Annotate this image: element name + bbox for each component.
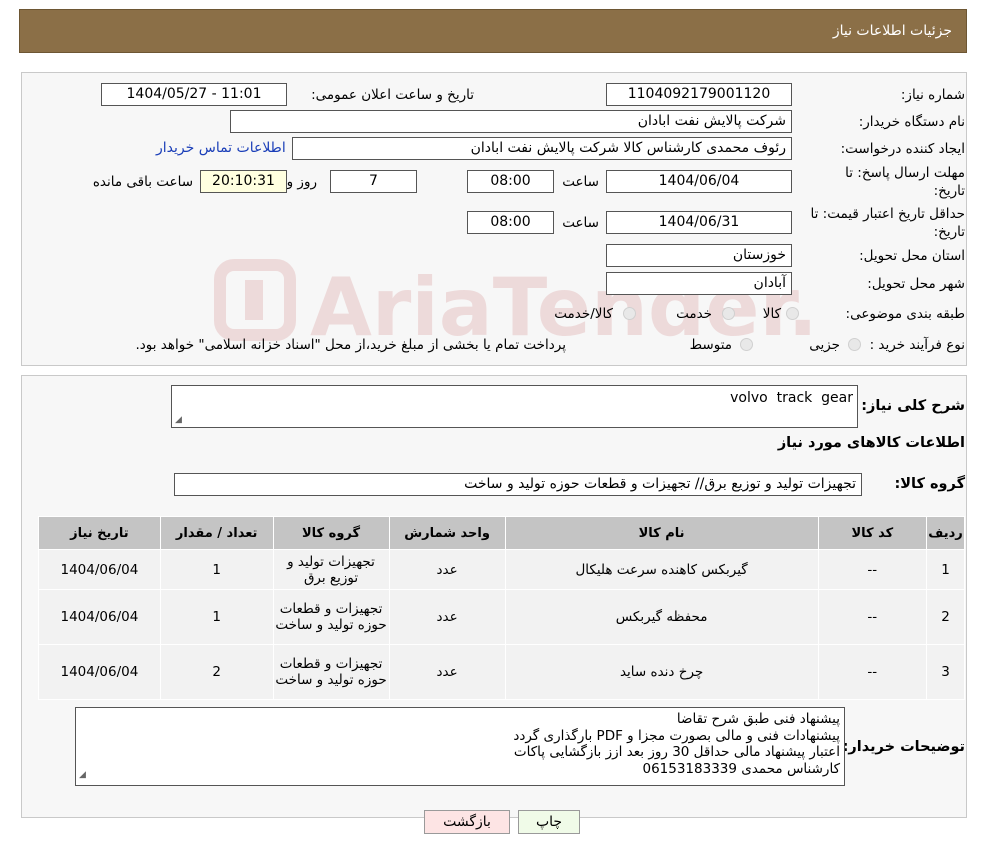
description-value: volvo track gear	[730, 390, 853, 406]
creator-label: ایجاد کننده درخواست:	[840, 141, 965, 157]
resize-grip-icon[interactable]: ◢	[175, 415, 182, 425]
announce-field[interactable]: 1404/05/27 - 11:01	[101, 83, 287, 106]
cell-need-date: 1404/06/04	[38, 644, 161, 700]
cell-unit: عدد	[388, 549, 506, 590]
back-button[interactable]: بازگشت	[424, 810, 510, 834]
creator-field[interactable]: رئوف محمدی کارشناس کالا شرکت پالایش نفت …	[292, 137, 792, 160]
buyer-notes-field[interactable]: پیشنهاد فنی طبق شرح تقاضا پیشنهادات فنی …	[75, 707, 845, 786]
category-option-both: کالا/خدمت	[554, 306, 613, 322]
description-field[interactable]: volvo track gear ◢	[171, 385, 858, 428]
validity-date-field[interactable]: 1404/06/31	[606, 211, 792, 234]
cell-row-number: 2	[926, 589, 965, 645]
table-row: 3 -- چرخ دنده ساید عدد تجهیزات و قطعات ح…	[38, 644, 965, 700]
cell-quantity: 1	[159, 589, 274, 645]
buyer-org-label: نام دستگاه خریدار:	[858, 114, 965, 130]
cell-code: --	[817, 549, 928, 590]
remaining-label: ساعت باقی مانده	[92, 174, 193, 190]
validity-time-field[interactable]: 08:00	[467, 211, 554, 234]
deadline-label: مهلت ارسال پاسخ: تا	[845, 165, 965, 181]
col-unit: واحد شمارش	[388, 516, 506, 550]
cell-need-date: 1404/06/04	[38, 549, 161, 590]
process-option-minor: جزیی	[809, 337, 840, 353]
table-row: 2 -- محفظه گیربکس عدد تجهیزات و قطعات حو…	[38, 589, 965, 645]
validity-label-date: تاریخ:	[933, 224, 965, 240]
city-field[interactable]: آبادان	[606, 272, 792, 295]
buyer-contact-link[interactable]: اطلاعات تماس خریدار	[156, 140, 286, 156]
page-header: جزئیات اطلاعات نیاز	[19, 9, 967, 53]
remaining-time-field: 20:10:31	[200, 170, 287, 193]
col-code: کد کالا	[817, 516, 928, 550]
deadline-time-field[interactable]: 08:00	[467, 170, 554, 193]
city-label: شهر محل تحویل:	[867, 276, 965, 292]
cell-name: چرخ دنده ساید	[504, 644, 819, 700]
col-quantity: تعداد / مقدار	[159, 516, 274, 550]
category-option-service: خدمت	[676, 306, 712, 322]
col-name: نام کالا	[504, 516, 819, 550]
cell-unit: عدد	[388, 644, 506, 700]
category-radio-goods[interactable]	[786, 307, 799, 320]
goods-table: ردیف کد کالا نام کالا واحد شمارش گروه کا…	[38, 516, 965, 700]
cell-code: --	[817, 644, 928, 700]
description-label: شرح کلی نیاز:	[861, 398, 965, 414]
col-group: گروه کالا	[272, 516, 390, 550]
need-number-field[interactable]: 1104092179001120	[606, 83, 792, 106]
cell-row-number: 3	[926, 644, 965, 700]
process-radio-minor[interactable]	[848, 338, 861, 351]
buyer-notes-label: توضیحات خریدار:	[842, 739, 965, 755]
cell-quantity: 2	[159, 644, 274, 700]
validity-time-label: ساعت	[562, 215, 599, 231]
category-label: طبقه بندی موضوعی:	[845, 306, 965, 322]
deadline-date-field[interactable]: 1404/06/04	[606, 170, 792, 193]
col-need-date: تاریخ نیاز	[38, 516, 161, 550]
deadline-time-label: ساعت	[562, 174, 599, 190]
cell-quantity: 1	[159, 549, 274, 590]
table-row: 1 -- گیربکس کاهنده سرعت هلیکال عدد تجهیز…	[38, 549, 965, 590]
cell-code: --	[817, 589, 928, 645]
resize-grip-icon[interactable]: ◢	[79, 767, 86, 784]
process-radio-medium[interactable]	[740, 338, 753, 351]
notes-line: پیشنهادات فنی و مالی بصورت مجزا و PDF با…	[513, 727, 840, 744]
province-label: استان محل تحویل:	[859, 248, 965, 264]
cell-name: محفظه گیربکس	[504, 589, 819, 645]
notes-line: اعتبار پیشنهاد مالی حداقل 30 روز بعد ازز…	[513, 744, 840, 760]
cell-name: گیربکس کاهنده سرعت هلیکال	[504, 549, 819, 590]
cell-need-date: 1404/06/04	[38, 589, 161, 645]
col-row-number: ردیف	[926, 516, 965, 550]
category-option-goods: کالا	[762, 306, 781, 322]
goods-group-field[interactable]: تجهیزات تولید و توزیع برق// تجهیزات و قط…	[174, 473, 862, 496]
page-title: جزئیات اطلاعات نیاز	[832, 23, 952, 39]
cell-unit: عدد	[388, 589, 506, 645]
notes-line: پیشنهاد فنی طبق شرح تقاضا	[676, 711, 840, 727]
announce-label: تاریخ و ساعت اعلان عمومی:	[311, 87, 474, 103]
category-radio-both[interactable]	[623, 307, 636, 320]
process-option-medium: متوسط	[689, 337, 732, 353]
notes-line: کارشناس محمدی 06153183339	[642, 760, 840, 777]
validity-label: حداقل تاریخ اعتبار قیمت: تا	[810, 206, 965, 222]
cell-group: تجهیزات و قطعات حوزه تولید و ساخت	[272, 589, 390, 645]
cell-row-number: 1	[926, 549, 965, 590]
print-button[interactable]: چاپ	[518, 810, 580, 834]
cell-group: تجهیزات تولید و توزیع برق	[272, 549, 390, 590]
process-label: نوع فرآیند خرید :	[869, 337, 965, 353]
days-label: روز و	[286, 174, 317, 190]
days-remaining-field[interactable]: 7	[330, 170, 417, 193]
goods-group-label: گروه کالا:	[894, 476, 965, 492]
process-note: پرداخت تمام یا بخشی از مبلغ خرید،از محل …	[135, 337, 566, 353]
table-header-row: ردیف کد کالا نام کالا واحد شمارش گروه کا…	[38, 516, 965, 550]
goods-section-title: اطلاعات کالاهای مورد نیاز	[777, 435, 965, 451]
category-radio-service[interactable]	[722, 307, 735, 320]
buyer-org-field[interactable]: شرکت پالایش نفت ابادان	[230, 110, 792, 133]
province-field[interactable]: خوزستان	[606, 244, 792, 267]
deadline-label-date: تاریخ:	[933, 183, 965, 199]
need-number-label: شماره نیاز:	[900, 87, 965, 103]
cell-group: تجهیزات و قطعات حوزه تولید و ساخت	[272, 644, 390, 700]
